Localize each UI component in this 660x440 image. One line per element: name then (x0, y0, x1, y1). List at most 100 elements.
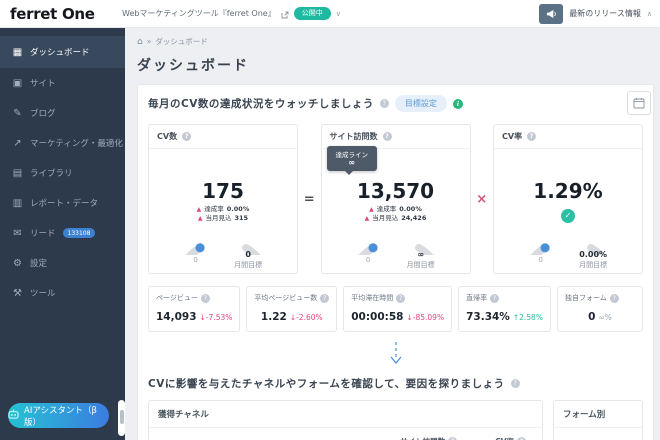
sidebar-item-label: サイト (30, 79, 56, 89)
help-icon[interactable]: ? (490, 293, 500, 303)
channel-card-title: 獲得チャネル (149, 401, 542, 428)
sidebar: ▦ ダッシュボード ▣ サイト ✎ ブログ ↗ マーケティング・最適化 ▤ ライ… (0, 28, 125, 440)
metric-label: 平均ページビュー数 (254, 294, 318, 302)
sidebar-item-label: マーケティング・最適化 (30, 139, 123, 149)
help-icon[interactable]: ? (182, 132, 192, 141)
form-card-title: フォーム別 (554, 401, 642, 428)
forecast-value: 24,426 (401, 214, 427, 222)
library-icon: ▤ (12, 167, 23, 179)
gauge-value: 13,570 (356, 179, 435, 203)
help-icon[interactable]: ? (200, 293, 210, 303)
report-icon: ▥ (12, 197, 23, 209)
sidebar-item-dashboard[interactable]: ▦ ダッシュボード (0, 36, 125, 68)
warning-triangle-icon: ▲ (364, 215, 370, 222)
dashboard-icon: ▦ (12, 46, 23, 58)
tools-icon: ⚒ (13, 287, 22, 299)
breadcrumb: ⌂ » ダッシュボード (137, 36, 654, 47)
analysis-section-title: CVに影響を与えたチャネルやフォームを確認して、要因を探りましょう (148, 378, 505, 390)
help-icon[interactable]: ? (396, 293, 406, 303)
sidebar-item-lead[interactable]: ✉ リード 133108 (0, 218, 125, 248)
rate-label: 達成率 (376, 205, 397, 213)
site-label: Webマーケティングツール『ferret One』 (122, 9, 276, 18)
metric-card-bounce-rate: 直帰率? 73.34% ↑2.58% (458, 286, 551, 332)
sidebar-item-label: ブログ (30, 109, 56, 119)
megaphone-icon[interactable] (539, 3, 564, 24)
gear-icon: ⚙ (13, 257, 22, 269)
forecast-label: 当月見込 (372, 214, 399, 222)
gauge-min-label: 0 (193, 256, 198, 264)
metric-change: -7.53% (205, 313, 233, 322)
ai-assistant-button[interactable]: AIアシスタント（β版） (8, 403, 109, 428)
sidebar-item-label: ライブラリ (30, 169, 73, 179)
column-header-cv-rate: CV率 (495, 436, 514, 440)
help-icon[interactable]: ? (379, 99, 389, 108)
date-range-button[interactable] (627, 91, 651, 115)
gauge-goal-label: 月間目標 (579, 261, 608, 269)
sidebar-item-label: レポート・データ (30, 199, 99, 209)
chevron-down-icon[interactable]: ∨ (336, 10, 341, 18)
sidebar-item-tools[interactable]: ⚒ ツール (0, 278, 125, 308)
tooltip-value: ∞ (348, 158, 356, 167)
metric-label: 平均滞在時間 (351, 294, 394, 302)
chevron-up-icon[interactable]: ∧ (647, 10, 652, 18)
metric-value: 00:00:58 (351, 311, 404, 323)
site-icon: ▣ (12, 77, 23, 89)
channel-card: 獲得チャネル サイト訪問数? CV率? (148, 400, 543, 440)
page-title: ダッシュボード (137, 58, 249, 74)
metric-card-pageviews: ページビュー? 14,093 ↓-7.53% (148, 286, 241, 332)
achievement-rate-row: ▲ 達成率 0.00% (149, 205, 297, 214)
sidebar-item-site[interactable]: ▣ サイト (0, 68, 125, 98)
sidebar-item-report[interactable]: ▥ レポート・データ (0, 188, 125, 218)
metric-card-avg-duration: 平均滞在時間? 00:00:58 ↓-85.09% (343, 286, 453, 332)
main-content: ⌂ » ダッシュボード ダッシュボード 毎月のCV数の達成状況をウォッチしましょ… (125, 28, 660, 440)
lead-icon: ✉ (13, 227, 22, 239)
marketing-icon: ↗ (13, 137, 22, 149)
gauge-card-cv-rate: CV率 ? 1.29% ✓ 0 0.00% 月間目標 (493, 124, 643, 274)
sidebar-item-library[interactable]: ▤ ライブラリ (0, 158, 125, 188)
external-link-icon[interactable] (281, 4, 289, 23)
gauge-title: サイト訪問数 (329, 132, 378, 141)
gauge-min-label: 0 (538, 256, 543, 264)
gauge-min-label: 0 (365, 256, 371, 264)
help-icon[interactable]: ? (510, 379, 520, 388)
help-icon[interactable]: ? (609, 293, 619, 303)
gauge-goal-value: ∞ (417, 250, 424, 259)
forecast-value: 315 (234, 214, 249, 222)
goal-section-header: 毎月のCV数の達成状況をウォッチしましょう ? 目標設定 i (148, 95, 643, 112)
sidebar-item-settings[interactable]: ⚙ 設定 (0, 248, 125, 278)
scrollbar-thumb[interactable] (119, 410, 124, 424)
sidebar-scrollbar[interactable] (118, 400, 125, 436)
goal-setting-button[interactable]: 目標設定 (394, 95, 447, 112)
metric-label: ページビュー (156, 294, 198, 302)
form-card: フォーム別 (553, 400, 643, 440)
breadcrumb-current: ダッシュボード (155, 37, 208, 46)
publish-status-badge: 公開中 (293, 7, 331, 20)
app-logo: ferret One (10, 4, 95, 23)
achievement-rate-row: ▲ 達成率 0.00% (322, 205, 470, 214)
rate-label: 達成率 (204, 205, 224, 213)
top-bar: ferret One Webマーケティングツール『ferret One』 公開中… (0, 0, 660, 28)
info-icon[interactable]: i (452, 98, 463, 109)
robot-icon (8, 409, 19, 422)
site-selector[interactable]: Webマーケティングツール『ferret One』 公開中 ∨ (122, 4, 341, 23)
times-operator: × (476, 191, 488, 207)
calendar-icon (633, 94, 645, 113)
sidebar-item-marketing[interactable]: ↗ マーケティング・最適化 (0, 128, 125, 158)
forecast-row: ▲ 当月見込 24,426 (322, 214, 470, 223)
sidebar-item-blog[interactable]: ✎ ブログ (0, 98, 125, 128)
home-icon[interactable]: ⌂ (137, 37, 143, 47)
goal-line-tooltip: 達成ライン ∞ (326, 146, 377, 175)
gauge-card-cv-count: CV数 ? 175 ▲ 達成率 0.00% ▲ 当月見込 315 0 0 月間目… (148, 124, 298, 274)
help-icon[interactable]: ? (382, 132, 392, 141)
metric-label: 独自フォーム (564, 294, 607, 302)
forecast-label: 当月見込 (205, 214, 232, 222)
sidebar-item-label: 設定 (30, 259, 48, 269)
help-icon[interactable]: ? (320, 293, 330, 303)
gauge-goal-label: 月間目標 (234, 261, 263, 269)
metrics-row: ページビュー? 14,093 ↓-7.53% 平均ページビュー数? 1.22 ↓-2… (148, 286, 643, 332)
metric-label: 直帰率 (466, 294, 488, 302)
release-info-toggle[interactable]: 最新のリリース情報 ∧ (539, 3, 652, 24)
sidebar-item-label: ツール (30, 289, 56, 299)
metric-change: ∞% (598, 313, 612, 322)
help-icon[interactable]: ? (527, 132, 537, 141)
